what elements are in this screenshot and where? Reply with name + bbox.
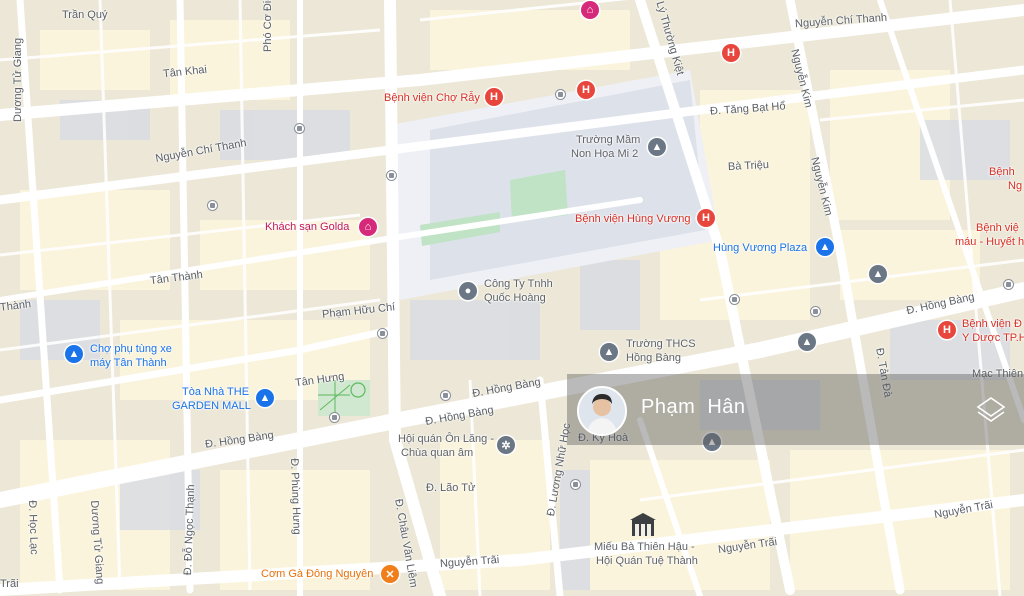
poi-label[interactable]: máu - Huyết h: [955, 236, 1024, 249]
poi-label[interactable]: Chùa quan âm: [401, 447, 473, 460]
bus-stop-icon[interactable]: [294, 123, 305, 134]
poi-label[interactable]: Non Họa Mi 2: [571, 148, 638, 161]
poi-label[interactable]: Hùng Vương Plaza: [713, 242, 807, 255]
poi-label[interactable]: Hội quán Ôn Lăng -: [398, 433, 494, 446]
street-label: Phó Cơ Điều: [262, 0, 274, 52]
bus-stop-icon[interactable]: [810, 306, 821, 317]
shopping-bag-icon[interactable]: ▲: [65, 345, 83, 363]
poi-label[interactable]: Chợ phụ tùng xe: [90, 343, 172, 356]
bus-stop-icon[interactable]: [440, 390, 451, 401]
bus-stop-icon[interactable]: [1003, 279, 1014, 290]
school-icon[interactable]: ▲: [648, 138, 666, 156]
bus-stop-icon[interactable]: [729, 294, 740, 305]
hospital-icon[interactable]: H: [485, 88, 503, 106]
poi-label[interactable]: Y Dược TP.H: [962, 332, 1024, 345]
poi-label[interactable]: máy Tân Thành: [90, 357, 167, 370]
restaurant-icon[interactable]: ✕: [381, 565, 399, 583]
shopping-bag-icon[interactable]: ▲: [256, 389, 274, 407]
poi-label[interactable]: Ng: [1008, 180, 1022, 193]
map-canvas[interactable]: Trần Quý Phó Cơ Điều Lý Thường Kiệt Nguy…: [0, 0, 1024, 596]
street-label: Đ. Lão Tử: [426, 482, 476, 494]
hospital-icon[interactable]: H: [938, 321, 956, 339]
hospital-icon[interactable]: H: [722, 44, 740, 62]
street-label: Đ. Học Lạc: [26, 500, 40, 555]
poi-label[interactable]: Bệnh việ: [976, 222, 1019, 235]
bus-stop-icon[interactable]: [570, 479, 581, 490]
avatar: [577, 386, 627, 436]
street-label: Dương Tử Giang: [12, 37, 24, 122]
poi-label[interactable]: Bệnh viện Chợ Rẫy: [384, 92, 480, 105]
place-pin-icon[interactable]: ●: [459, 282, 477, 300]
poi-label[interactable]: Bệnh: [989, 166, 1015, 179]
street-label: Trần Quý: [62, 9, 108, 21]
overlay-name: Phạm Hân: [641, 396, 746, 418]
poi-label[interactable]: Cơm Gà Đông Nguyên: [261, 568, 373, 581]
street-label: Đ. Phùng Hưng: [288, 458, 303, 535]
bus-stop-icon[interactable]: [386, 170, 397, 181]
shopping-bag-icon[interactable]: ▲: [816, 238, 834, 256]
hospital-icon[interactable]: H: [577, 81, 595, 99]
bus-stop-icon[interactable]: [555, 89, 566, 100]
bus-stop-icon[interactable]: [207, 200, 218, 211]
poi-label[interactable]: Bệnh viện Hùng Vương: [575, 213, 690, 226]
poi-label[interactable]: Hội Quán Tuệ Thành: [596, 555, 698, 568]
layers-icon[interactable]: [974, 394, 1008, 428]
poi-label[interactable]: Bệnh viện Đ: [962, 318, 1022, 331]
hospital-icon[interactable]: H: [697, 209, 715, 227]
poi-label[interactable]: Tòa Nhà THE: [182, 386, 249, 399]
street-label: Trãi: [0, 578, 19, 590]
poi-label[interactable]: Quốc Hoàng: [484, 292, 546, 305]
school-icon[interactable]: ▲: [798, 333, 816, 351]
school-icon[interactable]: ▲: [600, 343, 618, 361]
user-overlay-banner: [567, 374, 1024, 445]
poi-label[interactable]: Trường Mầm: [576, 134, 640, 147]
hotel-icon[interactable]: ⌂: [359, 218, 377, 236]
bus-stop-icon[interactable]: [329, 412, 340, 423]
street-label: Bà Triệu: [727, 158, 770, 174]
hotel-icon[interactable]: ⌂: [581, 1, 599, 19]
poi-label[interactable]: Công Ty Tnhh: [484, 278, 553, 291]
poi-label[interactable]: Miếu Bà Thiên Hậu -: [594, 541, 695, 554]
poi-label[interactable]: Khách sạn Golda: [265, 221, 349, 234]
temple-landmark-icon[interactable]: [628, 512, 658, 540]
temple-icon[interactable]: ✲: [497, 436, 515, 454]
poi-label[interactable]: GARDEN MALL: [172, 400, 251, 413]
poi-label[interactable]: Trường THCS: [626, 338, 696, 351]
poi-label[interactable]: Hồng Bàng: [626, 352, 681, 365]
school-icon[interactable]: ▲: [869, 265, 887, 283]
bus-stop-icon[interactable]: [377, 328, 388, 339]
